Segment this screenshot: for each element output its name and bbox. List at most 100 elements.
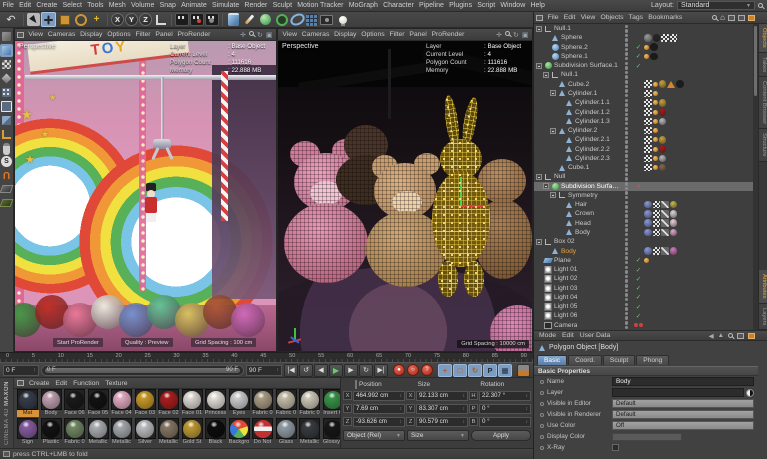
tree-row-light-06[interactable]: Light 06✓: [534, 311, 753, 320]
material-tag-icon[interactable]: [661, 34, 669, 42]
expander-icon[interactable]: [550, 192, 556, 198]
material-tag-icon[interactable]: [670, 229, 678, 237]
material-tag-icon[interactable]: [659, 136, 667, 144]
filter-icon[interactable]: [728, 15, 735, 21]
material-metallic[interactable]: Metallic: [157, 418, 180, 447]
material-tag-icon[interactable]: [653, 219, 661, 227]
animation-dot-icon[interactable]: [540, 380, 544, 384]
tab-sculpt[interactable]: Sculpt: [603, 355, 635, 365]
coordinate-system-icon[interactable]: [153, 12, 168, 27]
visibility-toggles[interactable]: [620, 25, 633, 33]
stepper-icon[interactable]: ↕: [463, 393, 466, 399]
material-face-05[interactable]: Face 05: [87, 389, 110, 418]
material-insert-c[interactable]: Insert C: [322, 389, 341, 418]
tree-row-light-01[interactable]: Light 01✓: [534, 265, 753, 274]
text-input[interactable]: Body: [612, 377, 754, 386]
tree-row-cylinder-2-2[interactable]: Cylinder.2.2: [534, 144, 753, 153]
material-tag-icon[interactable]: [644, 99, 652, 107]
material-tag-icon[interactable]: [644, 155, 652, 163]
visibility-toggles[interactable]: [620, 173, 633, 181]
menu-item-bookmarks[interactable]: Bookmarks: [646, 14, 685, 21]
magnet-icon[interactable]: U: [0, 168, 13, 181]
maximize-view-icon[interactable]: ▣: [264, 31, 274, 39]
material-body[interactable]: Body: [40, 389, 63, 418]
menu-item-motion-tracker[interactable]: Motion Tracker: [295, 2, 346, 9]
current-frame-field[interactable]: 0 F↕: [3, 365, 39, 376]
visibility-toggles[interactable]: [620, 71, 633, 79]
frame-range-slider[interactable]: 0 F 90 F: [41, 365, 244, 376]
material-tag-icon[interactable]: [653, 91, 658, 96]
material-glass[interactable]: Glass: [275, 418, 298, 447]
menu-item-sculpt[interactable]: Sculpt: [270, 2, 295, 9]
tree-row-body[interactable]: Body: [534, 228, 753, 237]
material-tag-icon[interactable]: [653, 110, 658, 115]
animation-dot-icon[interactable]: [540, 413, 544, 417]
material-tag-icon[interactable]: [644, 145, 652, 153]
generators-icon[interactable]: [258, 12, 273, 27]
dropdown[interactable]: Default▼: [612, 410, 754, 419]
visibility-toggles[interactable]: [620, 238, 633, 246]
visibility-toggles[interactable]: [620, 52, 633, 60]
menu-item-window[interactable]: Window: [498, 2, 528, 9]
material-tag-icon[interactable]: [650, 53, 658, 61]
menu-item-tags[interactable]: Tags: [626, 14, 646, 21]
tree-row-light-03[interactable]: Light 03✓: [534, 283, 753, 292]
maximize-view-icon[interactable]: ▣: [520, 31, 530, 39]
layer-input[interactable]: [612, 388, 744, 397]
timeline-ruler[interactable]: 051015202530354045505560657075808590: [0, 352, 533, 362]
visibility-toggles[interactable]: [620, 117, 633, 125]
stepper-icon[interactable]: ↕: [400, 406, 403, 412]
tree-row-cube-2[interactable]: Cube.2: [534, 80, 753, 89]
search-icon[interactable]: [728, 333, 733, 338]
tab-basic[interactable]: Basic: [537, 355, 567, 365]
spline-icon[interactable]: [290, 12, 305, 27]
size-mode-dropdown[interactable]: Size▼: [407, 430, 469, 441]
coord-value-field[interactable]: 7.69 cm↕: [353, 404, 405, 414]
tag-cell[interactable]: ✓: [633, 275, 644, 283]
apply-button[interactable]: Apply: [471, 430, 531, 441]
tag-cell[interactable]: ✓: [633, 303, 644, 311]
visibility-toggles[interactable]: [620, 154, 633, 162]
make-editable-icon[interactable]: [0, 30, 13, 43]
coord-value-field[interactable]: -93.626 cm↕: [353, 417, 405, 427]
tab-phong[interactable]: Phong: [636, 355, 669, 365]
visibility-toggles[interactable]: [620, 201, 633, 209]
points-mode-icon[interactable]: [0, 86, 13, 99]
tag-cell[interactable]: [633, 322, 644, 329]
material-tag-icon[interactable]: [644, 210, 652, 218]
stepper-icon[interactable]: ↕: [463, 406, 466, 412]
panel-icon[interactable]: [536, 15, 543, 21]
next-frame-icon[interactable]: ▶: [344, 364, 358, 377]
material-tag-icon[interactable]: [650, 43, 658, 51]
menu-item-file[interactable]: File: [0, 2, 16, 9]
material-tag-icon[interactable]: [644, 54, 649, 59]
expander-icon[interactable]: [536, 239, 542, 245]
visibility-toggles[interactable]: [620, 127, 633, 135]
material-tag-icon[interactable]: [653, 147, 658, 152]
texture-mode-icon[interactable]: [0, 58, 13, 71]
expander-icon[interactable]: [536, 63, 542, 69]
y-axis-lock-icon[interactable]: Y: [125, 13, 138, 26]
menu-item-filter[interactable]: Filter: [387, 31, 407, 38]
coord-value-field[interactable]: 22.307 °↕: [479, 391, 531, 401]
tree-row-body[interactable]: Body: [534, 246, 753, 255]
zoom-view-icon[interactable]: [504, 31, 512, 38]
visibility-toggles[interactable]: [620, 182, 633, 190]
material-face-06[interactable]: Face 06: [63, 389, 86, 418]
material-tag-icon[interactable]: [653, 210, 661, 218]
menu-item-panel[interactable]: Panel: [153, 31, 175, 38]
material-tag-icon[interactable]: [661, 219, 669, 227]
tag-cell[interactable]: ✓: [633, 266, 644, 274]
menu-item-display[interactable]: Display: [78, 31, 105, 38]
deformers-icon[interactable]: [274, 12, 289, 27]
material-tag-icon[interactable]: [644, 118, 652, 126]
model-mode-icon[interactable]: [0, 44, 13, 57]
menu-item-view[interactable]: View: [578, 14, 598, 21]
menu-item-character[interactable]: Character: [380, 2, 416, 9]
material-tag-icon[interactable]: [644, 127, 652, 135]
material-tag-icon[interactable]: [653, 156, 658, 161]
move-tool-icon[interactable]: [41, 12, 56, 27]
visibility-toggles[interactable]: [620, 210, 633, 218]
material-tag-icon[interactable]: [644, 247, 652, 255]
material-fabric-0[interactable]: Fabric 0: [63, 418, 86, 447]
